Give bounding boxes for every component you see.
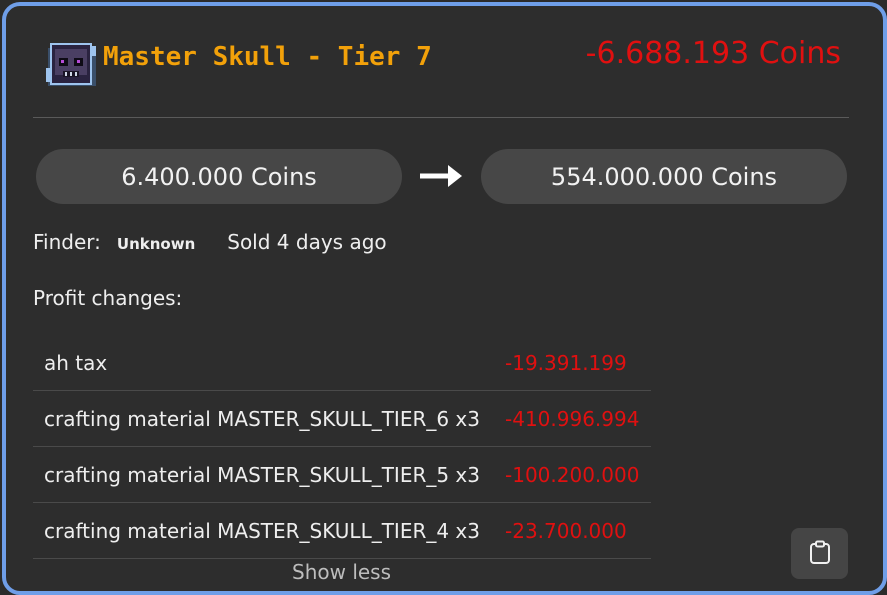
divider [33, 117, 849, 118]
profit-change-label: crafting material MASTER_SKULL_TIER_6 x3 [44, 406, 480, 431]
profit-change-row: ah tax -19.391.199 [33, 335, 651, 391]
show-less-button[interactable]: Show less [292, 560, 391, 584]
finder-value: Unknown [116, 235, 196, 253]
profit-change-row: crafting material MASTER_SKULL_TIER_5 x3… [33, 447, 651, 503]
profit-change-row: crafting material MASTER_SKULL_TIER_4 x3… [33, 503, 651, 559]
profit-change-value: -410.996.994 [505, 406, 640, 431]
profit-change-value: -23.700.000 [505, 518, 627, 543]
buy-price-pill: 6.400.000 Coins [36, 149, 402, 204]
arrow-right-icon [416, 161, 466, 191]
profit-change-value: -19.391.199 [505, 350, 627, 375]
item-title: Master Skull - Tier 7 [103, 42, 432, 72]
profit-change-label: ah tax [44, 350, 108, 375]
finder-info: Finder: Unknown Sold 4 days ago [33, 230, 387, 254]
profit-change-value: -100.200.000 [505, 462, 640, 487]
finder-label: Finder: [33, 230, 101, 254]
profit-total: -6.688.193 Coins [585, 36, 841, 71]
clipboard-icon [809, 540, 831, 568]
sell-price-pill: 554.000.000 Coins [481, 149, 847, 204]
sold-time: Sold 4 days ago [227, 230, 387, 254]
profit-change-row: crafting material MASTER_SKULL_TIER_6 x3… [33, 391, 651, 447]
flip-card: Master Skull - Tier 7 -6.688.193 Coins 6… [2, 2, 887, 595]
profit-changes-label: Profit changes: [33, 286, 183, 310]
profit-change-label: crafting material MASTER_SKULL_TIER_5 x3 [44, 462, 480, 487]
copy-button[interactable] [791, 528, 848, 579]
profit-changes-list: ah tax -19.391.199 crafting material MAS… [33, 335, 651, 559]
profit-change-label: crafting material MASTER_SKULL_TIER_4 x3 [44, 518, 480, 543]
master-skull-icon [46, 40, 98, 88]
